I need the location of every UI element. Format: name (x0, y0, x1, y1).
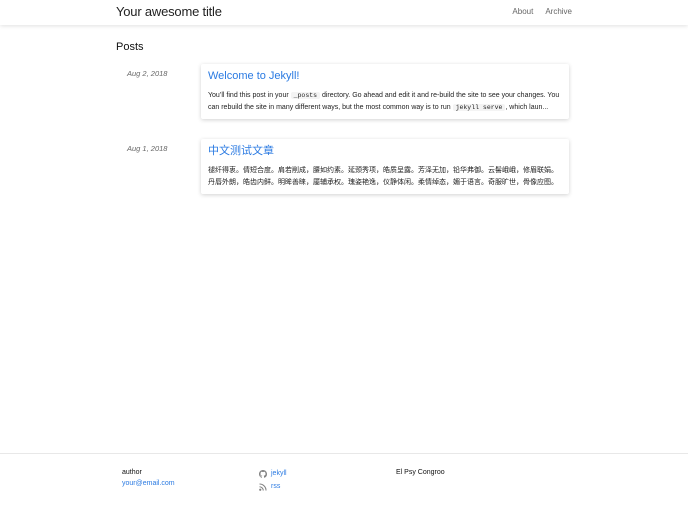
excerpt-text: , which laun... (505, 103, 549, 111)
footer-link-rss[interactable]: rss (259, 480, 287, 493)
post-excerpt: 褪纤得衷。倩短合度。肩若削成，腰如约素。延颈秀项，皓质呈露。芳泽无加，铅华弗御。… (208, 167, 558, 186)
post-date: Aug 2, 2018 (127, 69, 168, 78)
excerpt-text: You’ll find this post in your (208, 92, 291, 99)
footer-link-jekyll[interactable]: jekyll (259, 467, 287, 480)
post-title-link[interactable]: Welcome to Jekyll! (208, 69, 562, 83)
rss-link[interactable]: rss (271, 481, 280, 492)
author-email-link[interactable]: your@email.com (122, 480, 175, 487)
inline-code: _posts (290, 92, 321, 99)
site-nav: About Archive (512, 7, 572, 16)
site-footer: author your@email.com jekyll rss El Psy … (0, 453, 688, 512)
nav-link-archive[interactable]: Archive (545, 7, 572, 16)
author-label: author (122, 469, 142, 476)
footer-tagline: El Psy Congroo (396, 469, 445, 476)
post-card: Welcome to Jekyll! You’ll find this post… (201, 64, 569, 119)
post-title-link[interactable]: 中文测试文章 (208, 144, 562, 158)
jekyll-link[interactable]: jekyll (271, 468, 287, 479)
rss-icon (259, 482, 267, 491)
post-card: 中文测试文章 褪纤得衷。倩短合度。肩若削成，腰如约素。延颈秀项，皓质呈露。芳泽无… (201, 139, 569, 194)
github-icon (259, 469, 267, 478)
post-excerpt: You’ll find this post in your _posts dir… (208, 90, 562, 113)
inline-code: jekyll serve (452, 103, 506, 111)
footer-social-links: jekyll rss (259, 467, 287, 493)
site-title-link[interactable]: Your awesome title (116, 4, 222, 19)
post-date: Aug 1, 2018 (127, 144, 168, 153)
page-heading: Posts (116, 41, 144, 53)
footer-author: author your@email.com (122, 467, 175, 489)
site-header: Your awesome title About Archive (0, 0, 688, 25)
nav-link-about[interactable]: About (512, 7, 533, 16)
